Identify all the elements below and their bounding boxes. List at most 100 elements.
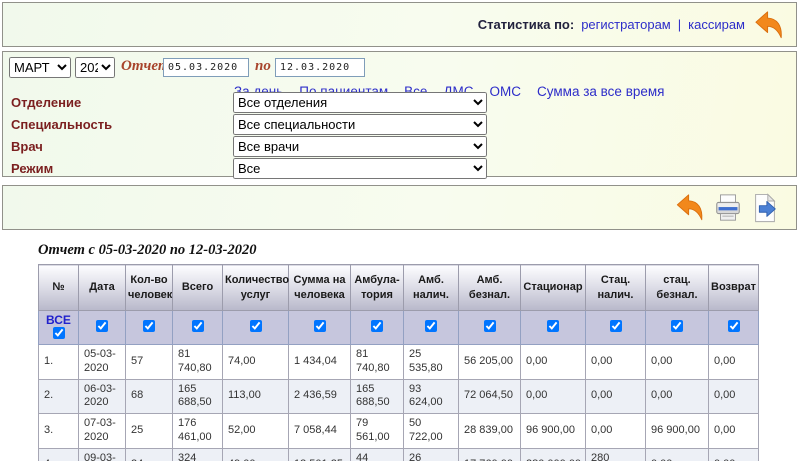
table-cell: 0,00 [646,448,709,461]
column-filter-checkbox[interactable] [250,320,262,332]
table-cell: 0,00 [646,379,709,414]
filter-cell: ВСЕ [39,311,79,345]
table-cell: 324 030,00 [173,448,223,461]
table-cell: 25 535,80 [404,345,459,380]
table-cell: 81 740,80 [351,345,404,380]
column-filter-checkbox[interactable] [96,320,108,332]
table-cell: 93 624,00 [404,379,459,414]
column-filter-checkbox[interactable] [610,320,622,332]
column-filter-checkbox[interactable] [671,320,683,332]
table-cell: 07-03-2020 [79,414,126,449]
year-select[interactable]: 2020 [75,57,115,78]
table-cell: 2 436,59 [289,379,351,414]
date-to-input[interactable] [275,58,365,77]
table-cell: 0,00 [521,345,586,380]
table-cell: 72 064,50 [459,379,521,414]
table-row: 2.06-03-202068165 688,50113,002 436,5916… [39,379,759,414]
table-cell: 165 688,50 [351,379,404,414]
column-header: Всего [173,265,223,311]
table-cell: 280 000,00 [586,448,646,461]
filter-cell [521,311,586,345]
cashiers-link[interactable]: кассирам [688,17,745,32]
table-cell: 2. [39,379,79,414]
toolbar [2,185,797,230]
table-cell: 25 [126,414,173,449]
filter-cell [79,311,126,345]
column-header: Возврат [709,265,759,311]
back-arrow-icon[interactable] [674,193,706,222]
table-cell: 09-03-2020 [79,448,126,461]
table-cell: 0,00 [521,379,586,414]
table-cell: 17 760,00 [459,448,521,461]
table-cell: 3. [39,414,79,449]
column-header: Амб. безнал. [459,265,521,311]
column-header: Кол-во человек [126,265,173,311]
month-select[interactable]: МАРТ [9,57,71,78]
column-filter-checkbox[interactable] [53,327,65,339]
table-cell: 96 900,00 [521,414,586,449]
table-cell: 1. [39,345,79,380]
filter-cell [459,311,521,345]
column-header: Количество услуг [223,265,289,311]
column-filter-checkbox[interactable] [728,320,740,332]
specialty-label: Специальность [11,117,112,132]
table-cell: 57 [126,345,173,380]
printer-icon[interactable] [713,193,743,223]
filter-row: ВСЕ [39,311,759,345]
column-filter-checkbox[interactable] [484,320,496,332]
filter-cell [709,311,759,345]
table-cell: 0,00 [709,448,759,461]
report-table: №ДатаКол-во человекВсегоКоличество услуг… [38,264,759,461]
table-cell: 56 205,00 [459,345,521,380]
column-filter-checkbox[interactable] [143,320,155,332]
doctor-label: Врач [11,139,43,154]
quick-link[interactable]: ОМС [490,84,522,99]
table-cell: 81 740,80 [173,345,223,380]
mode-select[interactable]: Все [233,158,487,179]
department-label: Отделение [11,95,81,110]
table-cell: 52,00 [223,414,289,449]
table-cell: 0,00 [586,379,646,414]
date-from-input[interactable] [163,58,249,77]
column-filter-checkbox[interactable] [425,320,437,332]
table-row: 1.05-03-20205781 740,8074,001 434,0481 7… [39,345,759,380]
table-cell: 50 722,00 [404,414,459,449]
table-cell: 26 270,00 [404,448,459,461]
column-filter-checkbox[interactable] [314,320,326,332]
registrars-link[interactable]: регистраторам [581,17,671,32]
table-cell: 280 000,00 [521,448,586,461]
table-cell: 74,00 [223,345,289,380]
export-icon[interactable] [750,193,780,223]
top-statistics-bar: Статистика по: регистраторам | кассирам [2,2,797,47]
table-cell: 28 839,00 [459,414,521,449]
table-row: 4.09-03-202024324 030,0049,0013 501,2544… [39,448,759,461]
table-cell: 1 434,04 [289,345,351,380]
table-cell: 13 501,25 [289,448,351,461]
quick-link[interactable]: Сумма за все время [537,84,664,99]
doctor-select[interactable]: Все врачи [233,136,487,157]
department-select[interactable]: Все отделения [233,92,487,113]
column-header: Стац. налич. [586,265,646,311]
table-cell: 0,00 [709,414,759,449]
filter-cell [289,311,351,345]
column-header: Амб. налич. [404,265,459,311]
table-cell: 68 [126,379,173,414]
table-cell: 176 461,00 [173,414,223,449]
column-header: Стационар [521,265,586,311]
column-filter-checkbox[interactable] [192,320,204,332]
specialty-select[interactable]: Все специальности [233,114,487,135]
filter-cell [586,311,646,345]
report-to-label: по [255,58,271,75]
table-cell: 0,00 [586,345,646,380]
table-header-row: №ДатаКол-во человекВсегоКоличество услуг… [39,265,759,311]
select-all-link[interactable]: ВСЕ [46,313,71,327]
back-arrow-icon[interactable] [752,10,786,40]
table-cell: 05-03-2020 [79,345,126,380]
filter-cell [223,311,289,345]
table-cell: 96 900,00 [646,414,709,449]
filter-cell [404,311,459,345]
table-row: 3.07-03-202025176 461,0052,007 058,4479 … [39,414,759,449]
column-filter-checkbox[interactable] [371,320,383,332]
link-separator: | [678,17,681,32]
column-filter-checkbox[interactable] [547,320,559,332]
